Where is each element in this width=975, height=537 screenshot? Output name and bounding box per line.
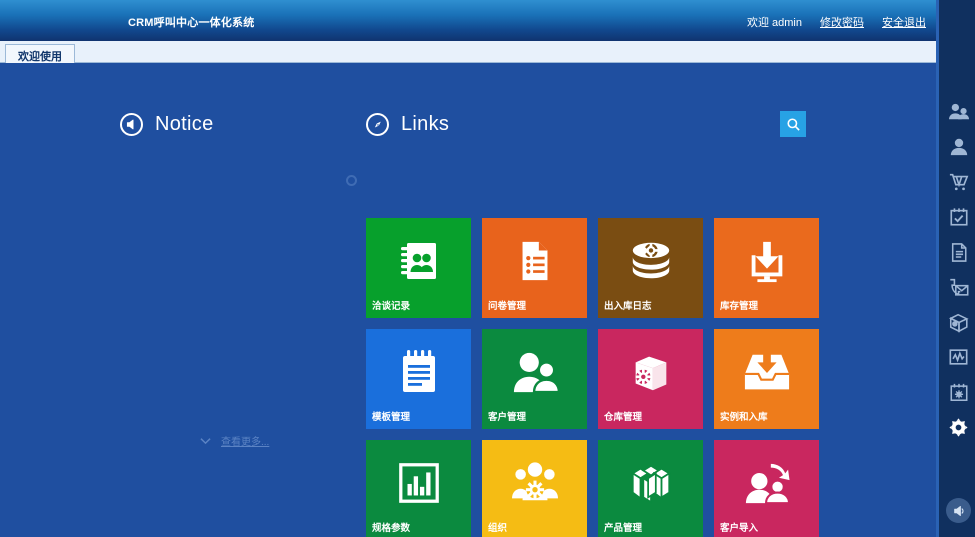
tile-survey-management[interactable]: 问卷管理 <box>482 218 587 318</box>
tile-label: 实例和入库 <box>720 412 768 423</box>
tile-label: 客户导入 <box>720 523 759 534</box>
notice-title: Notice <box>155 113 214 135</box>
tile-label: 规格参数 <box>372 523 411 534</box>
view-more-link[interactable]: 查看更多... <box>221 433 269 448</box>
tile-label: 产品管理 <box>604 523 643 534</box>
rail-bottom-area <box>939 498 975 523</box>
application-window: CRM呼叫中心一体化系统 欢迎 admin 修改密码 安全退出 欢迎使用 Not… <box>0 0 975 537</box>
person-import-icon <box>714 452 819 514</box>
notepad-icon <box>366 341 471 403</box>
welcome-text: 欢迎 admin <box>746 17 802 29</box>
chevron-down-icon <box>200 437 211 445</box>
download-monitor-icon <box>714 230 819 292</box>
document-list-icon[interactable] <box>947 240 971 264</box>
settings-gear-icon[interactable] <box>947 415 971 439</box>
logout-link[interactable]: 安全退出 <box>882 14 926 30</box>
right-icon-rail <box>936 0 975 537</box>
compass-icon <box>366 113 389 136</box>
tile-talk-records[interactable]: 洽谈记录 <box>366 218 471 318</box>
box-gear-icon[interactable] <box>947 310 971 334</box>
tile-customer-management[interactable]: 客户管理 <box>482 329 587 429</box>
links-header: Links <box>366 113 806 136</box>
bar-chart-icon <box>366 452 471 514</box>
tab-welcome[interactable]: 欢迎使用 <box>5 44 75 63</box>
links-panel-header: Links <box>366 111 806 137</box>
tile-product-management[interactable]: 产品管理 <box>598 440 703 537</box>
speaker-icon <box>120 113 143 136</box>
tab-strip: 欢迎使用 <box>0 41 936 63</box>
tile-label: 库存管理 <box>720 301 759 312</box>
tile-label: 出入库日志 <box>604 301 652 312</box>
calendar-gear-icon[interactable] <box>947 380 971 404</box>
tile-label: 洽谈记录 <box>372 301 411 312</box>
two-people-icon[interactable] <box>947 100 971 124</box>
monitor-chart-icon[interactable] <box>947 345 971 369</box>
links-tile-grid: 洽谈记录 问卷管理 出入库日志 库存管理 模板管理 客户管理 仓库管理 实例和入… <box>366 218 819 537</box>
tile-label: 模板管理 <box>372 412 411 423</box>
product-blocks-icon <box>598 452 703 514</box>
header-user-area: 欢迎 admin 修改密码 安全退出 <box>747 14 926 30</box>
links-title: Links <box>401 113 450 135</box>
change-password-link[interactable]: 修改密码 <box>820 14 864 30</box>
notice-view-more[interactable]: 查看更多... <box>200 433 269 448</box>
single-person-icon[interactable] <box>947 135 971 159</box>
tile-customer-import[interactable]: 客户导入 <box>714 440 819 537</box>
app-title: CRM呼叫中心一体化系统 <box>128 17 255 29</box>
survey-doc-icon <box>482 230 587 292</box>
tile-stock-log[interactable]: 出入库日志 <box>598 218 703 318</box>
main-canvas: Notice 查看更多... Links 洽谈记录 问卷管理 出入库日志 库存管… <box>0 63 936 537</box>
tile-template-management[interactable]: 模板管理 <box>366 329 471 429</box>
search-icon <box>786 117 801 132</box>
tile-label: 客户管理 <box>488 412 527 423</box>
address-book-icon <box>366 230 471 292</box>
calendar-check-icon[interactable] <box>947 205 971 229</box>
tile-label: 问卷管理 <box>488 301 527 312</box>
group-gear-icon <box>482 452 587 514</box>
two-people-icon <box>482 341 587 403</box>
loading-spinner-icon <box>346 175 357 186</box>
tile-instance-inbound[interactable]: 实例和入库 <box>714 329 819 429</box>
volume-icon[interactable] <box>946 498 971 523</box>
phone-mail-icon[interactable] <box>947 275 971 299</box>
rail-icon-list <box>939 100 975 439</box>
shopping-cart-icon[interactable] <box>947 170 971 194</box>
tile-spec-parameters[interactable]: 规格参数 <box>366 440 471 537</box>
tile-inventory-management[interactable]: 库存管理 <box>714 218 819 318</box>
inbox-download-icon <box>714 341 819 403</box>
tile-label: 仓库管理 <box>604 412 643 423</box>
box-gear-icon <box>598 341 703 403</box>
notice-panel: Notice 查看更多... <box>120 113 357 513</box>
tile-warehouse-management[interactable]: 仓库管理 <box>598 329 703 429</box>
tile-organization[interactable]: 组织 <box>482 440 587 537</box>
notice-header: Notice <box>120 113 340 136</box>
search-button[interactable] <box>780 111 806 137</box>
tile-label: 组织 <box>488 523 508 534</box>
top-header-bar: CRM呼叫中心一体化系统 欢迎 admin 修改密码 安全退出 <box>0 0 936 41</box>
database-gear-icon <box>598 230 703 292</box>
